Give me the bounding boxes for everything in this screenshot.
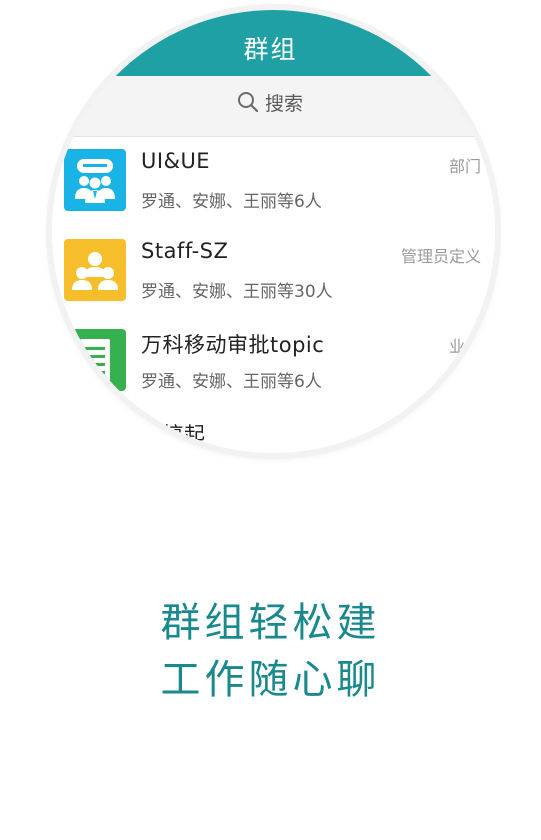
- search-icon: [237, 92, 259, 113]
- group-name: 万科移动审批topic: [141, 333, 325, 357]
- group-item-staff-sz[interactable]: Staff-SZ 罗通、安娜、王丽等30人 管理员定义: [52, 227, 495, 318]
- group-members: 罗通、安娜、王丽等6人: [141, 372, 322, 392]
- magnified-view: 群组 搜索 UI&UE 罗通、安娜、王丽等6人 部门 Staff-SZ 罗通、安…: [52, 10, 495, 453]
- group-item-ui-ue[interactable]: UI&UE 罗通、安娜、王丽等6人 部门: [52, 137, 495, 228]
- slogan-line-1: 群组轻松建: [160, 600, 381, 646]
- group-name: Staff-SZ: [141, 239, 229, 263]
- group-type-tag: 业务: [448, 337, 481, 356]
- group-type-tag: 部门: [448, 157, 481, 176]
- group-users-icon: [64, 239, 126, 301]
- people-meeting-icon: [64, 149, 126, 211]
- search-input[interactable]: 搜索: [84, 85, 456, 119]
- group-members: 罗通、安娜、王丽等6人: [141, 192, 322, 212]
- search-placeholder: 搜索: [264, 92, 303, 115]
- page-title: 群组: [243, 35, 298, 64]
- group-item-partial[interactable]: 球搞起: [52, 407, 495, 453]
- slogan-line-2: 工作随心聊: [160, 657, 381, 703]
- group-type-tag: 管理员定义: [400, 247, 481, 266]
- group-name: UI&UE: [141, 149, 211, 173]
- group-members: 罗通、安娜、王丽等30人: [141, 282, 333, 302]
- nav-header: 群组: [52, 10, 495, 76]
- group-item-vanke-approval[interactable]: 万科移动审批topic 罗通、安娜、王丽等6人 业务: [52, 317, 495, 408]
- search-bar: 搜索: [52, 76, 495, 137]
- document-list-icon: [64, 329, 126, 391]
- group-name: 球搞起: [141, 423, 206, 447]
